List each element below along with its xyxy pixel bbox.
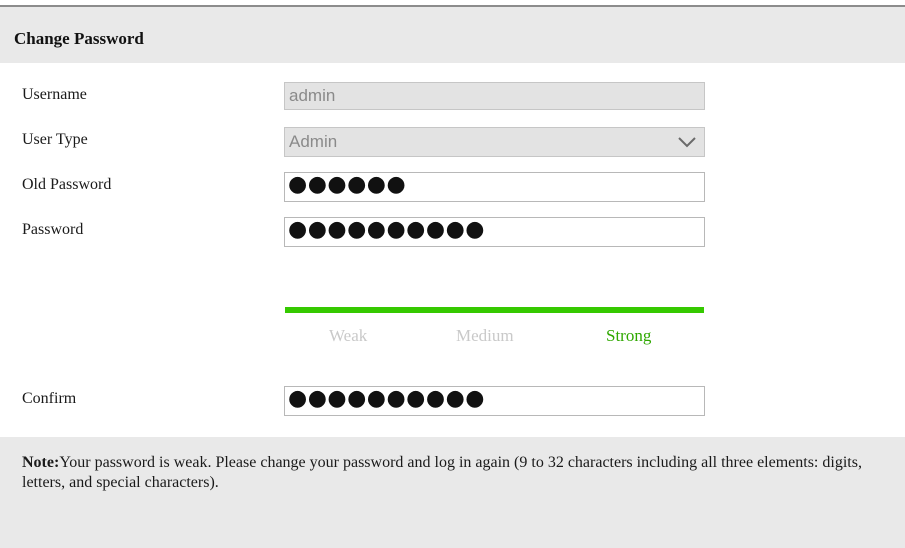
- chevron-down-icon[interactable]: [676, 131, 698, 153]
- dialog-header: Change Password: [0, 7, 905, 63]
- old-password-row: Old Password ●●●●●●: [0, 172, 905, 202]
- strength-strong-label: Strong: [606, 326, 652, 345]
- top-border: [0, 0, 905, 7]
- confirm-label: Confirm: [22, 390, 77, 407]
- user-type-label: User Type: [22, 131, 88, 148]
- password-strength-bar: [285, 307, 704, 313]
- note-text: Note:Your password is weak. Please chang…: [22, 453, 882, 493]
- note-panel: Note:Your password is weak. Please chang…: [0, 437, 905, 548]
- confirm-mask: ●●●●●●●●●●: [288, 386, 485, 411]
- old-password-label: Old Password: [22, 176, 112, 193]
- note-prefix: Note:: [22, 454, 60, 471]
- username-row: Username admin: [0, 82, 905, 112]
- strength-medium-label: Medium: [456, 326, 514, 345]
- password-field[interactable]: ●●●●●●●●●●: [284, 217, 705, 247]
- old-password-field[interactable]: ●●●●●●: [284, 172, 705, 202]
- user-type-value: Admin: [289, 132, 338, 151]
- username-label: Username: [22, 86, 87, 103]
- password-label: Password: [22, 221, 84, 238]
- note-body: Your password is weak. Please change you…: [22, 454, 862, 491]
- username-value: admin: [289, 86, 336, 105]
- user-type-select[interactable]: Admin: [284, 127, 705, 157]
- strength-weak-label: Weak: [329, 326, 368, 345]
- password-row: Password ●●●●●●●●●●: [0, 217, 905, 247]
- dialog-title: Change Password: [14, 29, 144, 48]
- confirm-row: Confirm ●●●●●●●●●●: [0, 386, 905, 416]
- old-password-mask: ●●●●●●: [288, 172, 407, 197]
- password-strength-labels: Weak Medium Strong: [284, 326, 705, 350]
- username-field: admin: [284, 82, 705, 110]
- confirm-password-field[interactable]: ●●●●●●●●●●: [284, 386, 705, 416]
- password-mask: ●●●●●●●●●●: [288, 217, 485, 242]
- user-type-row: User Type Admin: [0, 127, 905, 157]
